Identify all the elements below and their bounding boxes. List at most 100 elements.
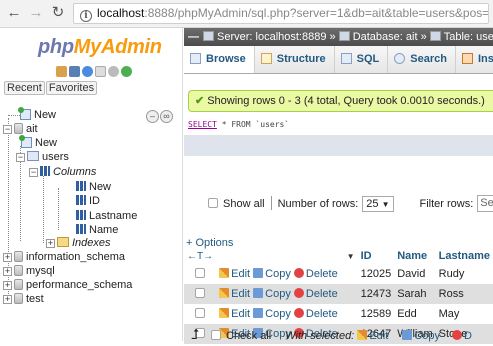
cell-id[interactable]: 12025 xyxy=(357,264,395,284)
pencil-icon xyxy=(219,268,230,278)
breadcrumb-database[interactable]: Database: ait xyxy=(353,31,418,43)
expand-icon[interactable]: + xyxy=(46,239,55,248)
sql-query-icon[interactable] xyxy=(69,66,80,77)
copy-link[interactable]: Copy xyxy=(253,268,291,280)
edit-link[interactable]: Edit xyxy=(219,308,250,320)
row-checkbox[interactable] xyxy=(195,308,205,318)
cell-name[interactable]: David xyxy=(394,264,436,284)
tab-search[interactable]: Search xyxy=(388,46,456,73)
sql-query[interactable]: SELECT * FROM `users` xyxy=(188,115,493,135)
breadcrumb-server[interactable]: Server: localhost:8889 xyxy=(217,31,326,43)
copy-link[interactable]: Copy xyxy=(253,308,291,320)
rows-select[interactable]: 25 ▼ xyxy=(362,196,394,212)
collapse-icon[interactable]: − xyxy=(29,168,38,177)
column-header-name[interactable]: Name xyxy=(394,247,435,264)
tree-item-column-new[interactable]: New xyxy=(76,180,111,194)
docs-icon[interactable] xyxy=(95,66,106,77)
copy-link[interactable]: Copy xyxy=(253,288,291,300)
tree-item-columns[interactable]: − Columns xyxy=(29,165,96,179)
new-icon xyxy=(18,107,31,120)
new-column-icon xyxy=(76,181,86,191)
row-checkbox[interactable] xyxy=(195,288,205,298)
tree-item-mysql[interactable]: + mysql xyxy=(3,264,55,278)
tree-item-ait-new[interactable]: New xyxy=(19,135,57,150)
tree-item-indexes[interactable]: + Indexes xyxy=(46,236,111,250)
bulk-delete-button[interactable]: D xyxy=(451,330,472,342)
arrows-cell: ←T→ xyxy=(184,247,216,264)
cell-lastname[interactable]: Ross xyxy=(435,284,493,304)
edit-link[interactable]: Edit xyxy=(219,288,250,300)
copy-icon xyxy=(253,288,264,298)
rows-label: Number of rows: xyxy=(277,198,359,210)
expand-icon[interactable]: + xyxy=(3,253,12,262)
sort-chevron-icon[interactable]: ▼ xyxy=(347,252,355,261)
delete-link[interactable]: Delete xyxy=(293,288,338,300)
edit-link[interactable]: Edit xyxy=(219,268,250,280)
back-icon[interactable]: ← xyxy=(6,5,22,21)
chevron-down-icon: ▼ xyxy=(381,200,390,209)
forward-icon[interactable]: → xyxy=(28,5,44,21)
column-header-id[interactable]: ID xyxy=(358,247,395,264)
tree-item-ait[interactable]: − ait xyxy=(3,122,38,136)
help-icon[interactable] xyxy=(82,66,93,77)
collapse-all-icon[interactable]: – xyxy=(146,110,159,123)
link-with-main-icon[interactable]: ∞ xyxy=(160,110,173,123)
reload-navigation-icon[interactable] xyxy=(121,66,132,77)
server-icon xyxy=(203,31,214,41)
column-arrows-icon[interactable]: ←T→ xyxy=(187,251,213,262)
info-icon[interactable]: i xyxy=(80,10,92,22)
copy-label: Copy xyxy=(265,268,291,280)
tree-item-users[interactable]: − users xyxy=(16,150,69,164)
tree-label: mysql xyxy=(26,265,55,277)
tree-item-test[interactable]: + test xyxy=(3,292,44,306)
expand-icon[interactable]: + xyxy=(3,281,12,290)
favorites-tab[interactable]: Favorites xyxy=(45,81,98,95)
table-row: Edit Copy Delete 12589 Edd May xyxy=(184,304,493,324)
tab-structure[interactable]: Structure xyxy=(255,46,335,73)
filter-input[interactable]: Sea xyxy=(477,195,493,212)
delete-link[interactable]: Delete xyxy=(293,268,338,280)
bulk-edit-button[interactable]: Edit xyxy=(357,330,388,342)
phpmyadmin-logo[interactable]: phpMyAdmin xyxy=(38,36,162,59)
collapse-icon[interactable]: − xyxy=(16,153,25,162)
breadcrumb: — Server: localhost:8889 » Database: ait … xyxy=(184,28,493,46)
tab-sql[interactable]: SQL xyxy=(335,46,389,73)
address-bar[interactable]: i localhost:8888/phpMyAdmin/sql.php?serve… xyxy=(73,3,489,24)
tree-line xyxy=(58,188,59,230)
delete-link[interactable]: Delete xyxy=(293,308,338,320)
cell-name[interactable]: Sarah xyxy=(394,284,436,304)
check-all-label[interactable]: Check all xyxy=(226,330,271,342)
cell-lastname[interactable]: Rudy xyxy=(435,264,493,284)
cell-name[interactable]: Edd xyxy=(394,304,436,324)
tab-browse[interactable]: Browse xyxy=(184,46,255,73)
tree-item-performance-schema[interactable]: + performance_schema xyxy=(3,278,132,292)
sql-keyword[interactable]: SELECT xyxy=(188,120,217,129)
expand-icon[interactable]: + xyxy=(3,295,12,304)
column-header-lastname[interactable]: Lastname xyxy=(436,247,493,264)
tree-item-column-lastname[interactable]: Lastname xyxy=(76,209,137,223)
tree-item-new[interactable]: New xyxy=(2,107,56,122)
bulk-copy-button[interactable]: Copy xyxy=(402,330,440,342)
tab-insert[interactable]: Ins xyxy=(456,46,493,73)
url-host: localhost xyxy=(97,6,145,20)
tree-item-information-schema[interactable]: + information_schema xyxy=(3,250,125,264)
row-checkbox[interactable] xyxy=(195,268,205,278)
tree-item-column-name[interactable]: Name xyxy=(76,223,118,237)
cell-id[interactable]: 12473 xyxy=(357,284,395,304)
cell-id[interactable]: 12589 xyxy=(357,304,395,324)
collapse-nav-icon[interactable]: — xyxy=(188,28,199,46)
tree-item-column-id[interactable]: ID xyxy=(76,194,100,208)
recent-tab[interactable]: Recent xyxy=(4,81,45,95)
tree-label: ait xyxy=(26,123,38,135)
breadcrumb-table[interactable]: Table: users xyxy=(444,31,493,43)
reload-icon[interactable]: ↻ xyxy=(50,5,66,21)
expand-icon[interactable]: + xyxy=(3,267,12,276)
home-icon[interactable] xyxy=(56,66,67,77)
structure-icon xyxy=(260,53,272,64)
collapse-icon[interactable]: − xyxy=(3,125,12,134)
show-all-checkbox[interactable] xyxy=(208,198,218,208)
show-all-label: Show all xyxy=(223,198,265,210)
check-all-checkbox[interactable] xyxy=(211,330,221,340)
gear-icon[interactable] xyxy=(108,66,119,77)
cell-lastname[interactable]: May xyxy=(435,304,493,324)
